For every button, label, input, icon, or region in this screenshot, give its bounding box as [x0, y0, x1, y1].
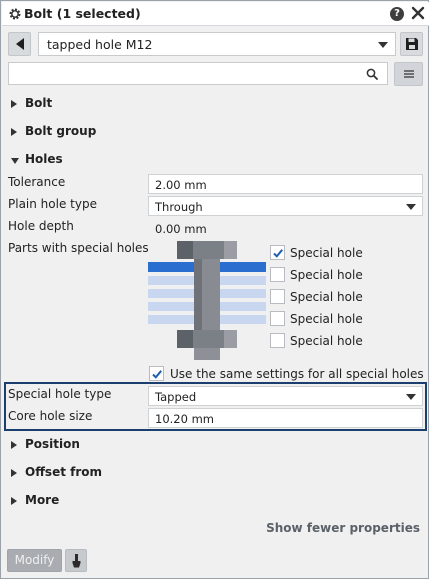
menu-icon	[404, 70, 414, 78]
bolt-tail	[194, 348, 220, 360]
close-icon[interactable]	[410, 5, 426, 21]
hole-depth-field: 0.00 mm	[155, 222, 207, 236]
chevron-right-icon	[11, 128, 17, 136]
special-hole-label-1: Special hole	[290, 246, 363, 260]
tolerance-label: Tolerance	[8, 175, 66, 189]
gear-icon	[9, 8, 21, 20]
menu-button[interactable]	[394, 62, 423, 86]
chevron-down-icon	[406, 204, 416, 210]
checkmark-icon	[273, 249, 283, 258]
special-hole-label-4: Special hole	[290, 312, 363, 326]
save-icon	[406, 38, 418, 50]
same-settings-checkbox[interactable]	[149, 366, 164, 381]
special-hole-type-label: Special hole type	[8, 387, 112, 401]
same-settings-label: Use the same settings for all special ho…	[170, 367, 424, 381]
special-hole-checkbox-3[interactable]	[270, 289, 285, 304]
chevron-right-icon	[11, 497, 17, 505]
help-icon[interactable]: ?	[390, 7, 404, 21]
special-hole-checkbox-2[interactable]	[270, 267, 285, 282]
parts-with-special-holes-label: Parts with special holes	[8, 241, 149, 255]
properties-panel: Bolt (1 selected) ? tapped hole M12 Bolt…	[0, 0, 429, 579]
core-hole-size-input[interactable]: 10.20 mm	[148, 408, 423, 428]
core-hole-size-label: Core hole size	[8, 409, 93, 423]
special-hole-checkbox-1[interactable]	[270, 245, 285, 260]
checkmark-icon	[152, 370, 162, 379]
chevron-right-icon	[11, 100, 17, 108]
chevron-down-icon	[406, 394, 416, 400]
modify-button[interactable]: Modify	[7, 549, 62, 572]
special-hole-label-3: Special hole	[290, 290, 363, 304]
hole-depth-label: Hole depth	[8, 219, 74, 233]
search-icon[interactable]	[366, 68, 378, 80]
bolt-diagram	[148, 241, 266, 360]
preset-value: tapped hole M12	[47, 37, 153, 52]
special-hole-checkbox-4[interactable]	[270, 311, 285, 326]
show-fewer-properties-link[interactable]: Show fewer properties	[266, 521, 420, 535]
window-title: Bolt (1 selected)	[24, 6, 141, 21]
back-button[interactable]	[8, 32, 31, 56]
plain-hole-type-select[interactable]: Through	[148, 196, 423, 216]
title-bar: Bolt (1 selected) ?	[2, 2, 429, 26]
preset-select[interactable]: tapped hole M12	[38, 32, 396, 56]
arrow-left-icon	[16, 38, 24, 50]
chevron-down-icon	[378, 42, 388, 48]
chevron-right-icon	[11, 469, 17, 477]
plain-hole-type-label: Plain hole type	[8, 197, 97, 211]
tolerance-input[interactable]: 2.00 mm	[148, 174, 423, 194]
pick-button[interactable]	[65, 549, 87, 572]
special-hole-label-2: Special hole	[290, 268, 363, 282]
chevron-down-icon	[11, 158, 19, 164]
search-input[interactable]	[8, 62, 388, 85]
special-hole-type-select[interactable]: Tapped	[148, 386, 423, 406]
special-hole-checkbox-5[interactable]	[270, 333, 285, 348]
save-preset-button[interactable]	[400, 32, 423, 56]
chevron-right-icon	[11, 441, 17, 449]
special-hole-label-5: Special hole	[290, 334, 363, 348]
brush-icon	[72, 554, 81, 568]
